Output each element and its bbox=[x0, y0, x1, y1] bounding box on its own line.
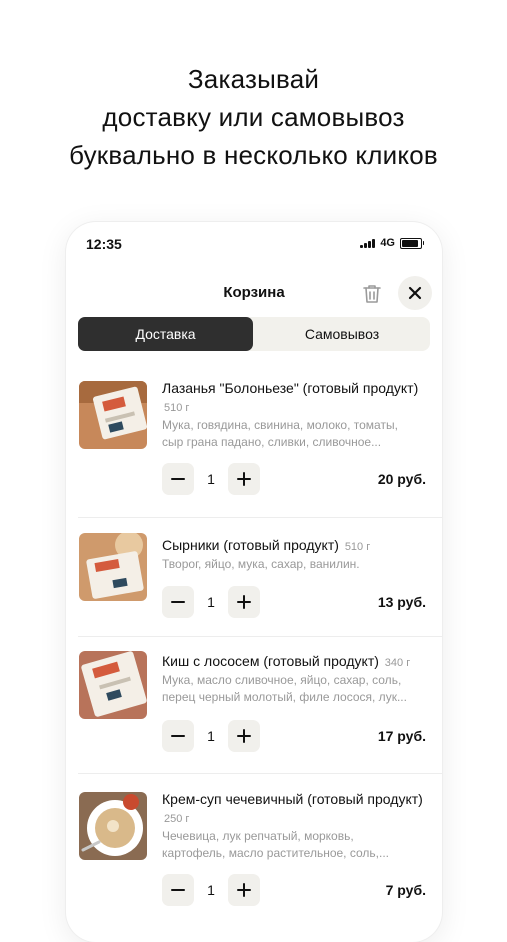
quantity-value: 1 bbox=[207, 882, 215, 898]
product-weight: 250 г bbox=[164, 813, 190, 825]
plus-icon bbox=[237, 595, 251, 609]
product-image[interactable] bbox=[79, 792, 147, 860]
product-name[interactable]: Сырники (готовый продукт) 510 г bbox=[162, 536, 424, 556]
status-indicators: 4G bbox=[360, 237, 424, 249]
ingredients-line: картофель, масло растительное, соль,... bbox=[162, 846, 389, 860]
network-type: 4G bbox=[380, 237, 395, 249]
product-image[interactable] bbox=[79, 533, 147, 601]
item-price: 20 руб. bbox=[377, 471, 426, 487]
minus-icon bbox=[171, 478, 185, 480]
item-price: 7 руб. bbox=[385, 882, 426, 898]
headline-line-2: доставку или самовывоз bbox=[102, 102, 405, 132]
tab-delivery[interactable]: Доставка bbox=[78, 317, 253, 351]
plus-icon bbox=[237, 472, 251, 486]
product-name[interactable]: Киш с лососем (готовый продукт) 340 г bbox=[162, 652, 424, 672]
divider bbox=[78, 773, 442, 774]
decrease-quantity-button[interactable] bbox=[162, 586, 194, 618]
product-ingredients: Творог, яйцо, мука, сахар, ванилин. bbox=[162, 556, 424, 573]
promo-headline: Заказывай доставку или самовывоз букваль… bbox=[0, 60, 507, 174]
status-bar: 12:35 4G bbox=[66, 222, 442, 266]
ingredients-line: перец черный молотый, филе лосося, лук..… bbox=[162, 690, 407, 704]
product-weight: 510 г bbox=[164, 402, 190, 414]
delivery-method-switch: Доставка Самовывоз bbox=[78, 317, 430, 351]
product-ingredients: Мука, говядина, свинина, молоко, томаты,… bbox=[162, 417, 424, 451]
ingredients-line: Творог, яйцо, мука, сахар, ванилин. bbox=[162, 557, 360, 571]
decrease-quantity-button[interactable] bbox=[162, 463, 194, 495]
decrease-quantity-button[interactable] bbox=[162, 720, 194, 752]
product-title: Киш с лососем (готовый продукт) bbox=[162, 653, 379, 669]
plus-icon bbox=[237, 729, 251, 743]
divider bbox=[78, 636, 442, 637]
close-button[interactable] bbox=[398, 276, 432, 310]
product-ingredients: Чечевица, лук репчатый, морковь, картофе… bbox=[162, 828, 424, 862]
cart-header: Корзина bbox=[66, 274, 442, 314]
headline-line-3: буквально в несколько кликов bbox=[69, 140, 438, 170]
ingredients-line: Мука, говядина, свинина, молоко, томаты, bbox=[162, 418, 398, 432]
minus-icon bbox=[171, 601, 185, 603]
product-image[interactable] bbox=[79, 651, 147, 719]
page-title: Корзина bbox=[223, 284, 285, 301]
product-title: Сырники (готовый продукт) bbox=[162, 537, 339, 553]
product-ingredients: Мука, масло сливочное, яйцо, сахар, соль… bbox=[162, 672, 424, 706]
decrease-quantity-button[interactable] bbox=[162, 874, 194, 906]
quantity-value: 1 bbox=[207, 471, 215, 487]
minus-icon bbox=[171, 735, 185, 737]
tab-pickup[interactable]: Самовывоз bbox=[254, 317, 430, 351]
increase-quantity-button[interactable] bbox=[228, 586, 260, 618]
increase-quantity-button[interactable] bbox=[228, 874, 260, 906]
item-price: 17 руб. bbox=[377, 728, 426, 744]
signal-icon bbox=[360, 238, 376, 248]
headline-line-1: Заказывай bbox=[187, 64, 320, 94]
quantity-value: 1 bbox=[207, 594, 215, 610]
product-title: Лазанья "Болоньезе" (готовый продукт) bbox=[162, 380, 419, 396]
product-weight: 340 г bbox=[384, 657, 411, 669]
product-name[interactable]: Крем-суп чечевичный (готовый продукт) 25… bbox=[162, 790, 424, 828]
product-weight: 510 г bbox=[344, 541, 371, 553]
plus-icon bbox=[237, 883, 251, 897]
battery-icon bbox=[400, 237, 424, 249]
item-price: 13 руб. bbox=[377, 594, 426, 610]
increase-quantity-button[interactable] bbox=[228, 720, 260, 752]
close-icon bbox=[408, 286, 422, 300]
clear-cart-button[interactable] bbox=[360, 282, 384, 306]
product-title: Крем-суп чечевичный (готовый продукт) bbox=[162, 791, 423, 807]
ingredients-line: Мука, масло сливочное, яйцо, сахар, соль… bbox=[162, 673, 402, 687]
divider bbox=[78, 517, 442, 518]
quantity-value: 1 bbox=[207, 728, 215, 744]
product-name[interactable]: Лазанья "Болоньезе" (готовый продукт) 51… bbox=[162, 379, 424, 417]
status-time: 12:35 bbox=[86, 236, 122, 252]
increase-quantity-button[interactable] bbox=[228, 463, 260, 495]
phone-screen: 12:35 4G Корзина Доставка Самовывоз Лаза… bbox=[66, 222, 442, 942]
trash-icon bbox=[363, 285, 381, 303]
product-image[interactable] bbox=[79, 381, 147, 449]
minus-icon bbox=[171, 889, 185, 891]
ingredients-line: сыр грана падано, сливки, сливочное... bbox=[162, 435, 382, 449]
ingredients-line: Чечевица, лук репчатый, морковь, bbox=[162, 829, 354, 843]
